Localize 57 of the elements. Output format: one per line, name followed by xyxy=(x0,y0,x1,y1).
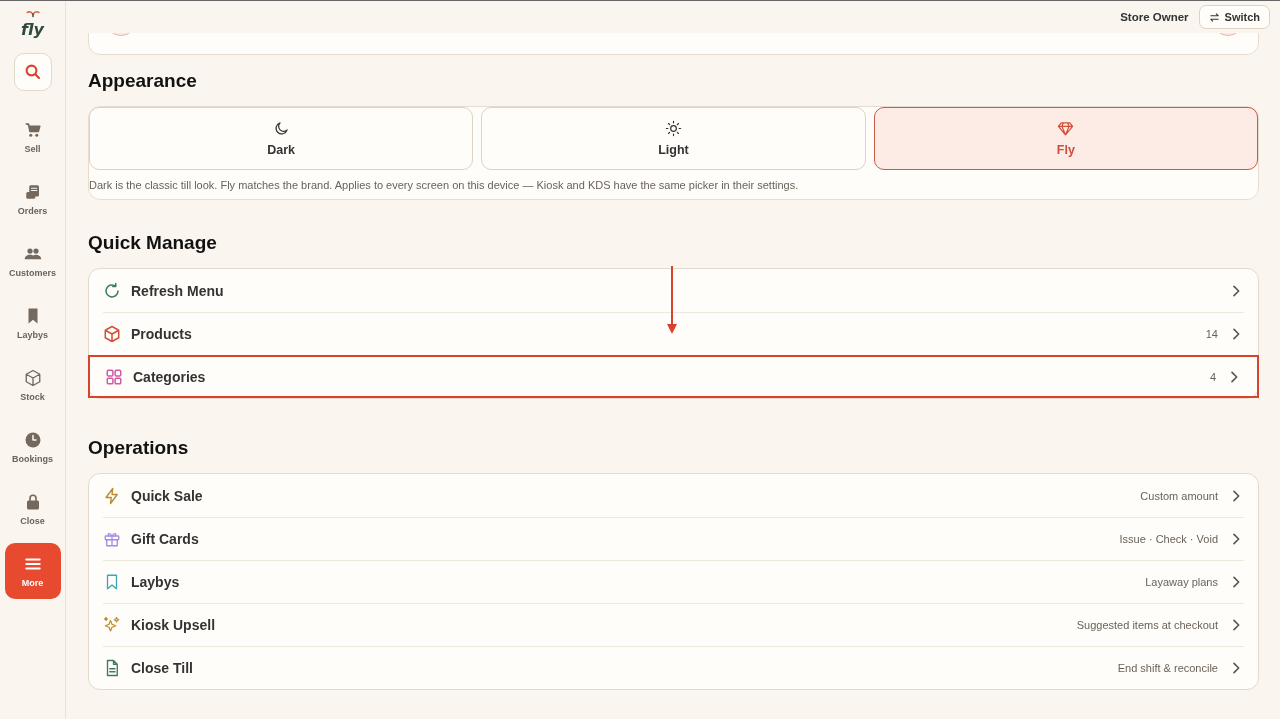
row-label: Quick Sale xyxy=(131,487,204,504)
row-detail: Suggested items at checkout xyxy=(1076,618,1218,631)
nav-item[interactable]: More xyxy=(4,543,61,599)
row-label: Laybys xyxy=(131,573,181,590)
row-label: Close Till xyxy=(131,659,194,676)
section-heading: Appearance xyxy=(88,70,198,92)
refresh-icon xyxy=(103,281,121,300)
gem-icon xyxy=(1057,120,1075,137)
cart-icon xyxy=(23,120,42,139)
nav-item[interactable]: Stock xyxy=(4,357,61,413)
nav-item[interactable]: Laybys xyxy=(4,295,61,351)
menu-row[interactable]: Laybys Layaway plans xyxy=(89,560,1258,603)
row-label: Products xyxy=(131,325,193,342)
clock-icon xyxy=(23,430,42,449)
menu-row[interactable]: Close Till End shift & reconcile xyxy=(89,646,1258,689)
row-detail: End shift & reconcile xyxy=(1117,661,1218,674)
fly-logo: fly xyxy=(19,9,46,45)
nav-item[interactable]: Close xyxy=(4,481,61,537)
menu-row[interactable]: Products 14 xyxy=(89,312,1258,355)
theme-option[interactable]: Fly xyxy=(873,107,1258,170)
user-role: Store Owner xyxy=(1120,11,1189,23)
row-label: Gift Cards xyxy=(131,530,200,547)
row-label: Kiosk Upsell xyxy=(131,616,217,633)
nav-item[interactable]: Customers xyxy=(4,233,61,289)
theme-option[interactable]: Light xyxy=(481,107,866,170)
lightning-icon xyxy=(103,486,121,505)
row-detail: Layaway plans xyxy=(1145,575,1218,588)
row-detail: 4 xyxy=(1209,370,1216,383)
menu-row[interactable]: Refresh Menu xyxy=(89,269,1258,312)
row-detail: Custom amount xyxy=(1140,489,1218,502)
row-label: Categories xyxy=(133,368,207,385)
search-button[interactable] xyxy=(13,53,52,91)
search-icon xyxy=(23,63,42,81)
menu-row[interactable]: Quick Sale Custom amount xyxy=(89,474,1258,517)
switch-button[interactable]: Switch xyxy=(1198,5,1270,29)
menu-row[interactable]: Gift Cards Issue · Check · Void xyxy=(89,517,1258,560)
menu-row[interactable]: Kiosk Upsell Suggested items at checkout xyxy=(89,603,1258,646)
theme-option[interactable]: Dark xyxy=(89,107,474,170)
sparkles-icon xyxy=(103,615,121,634)
receipt-icon xyxy=(23,182,42,201)
box-icon xyxy=(23,368,42,387)
row-detail: 14 xyxy=(1205,327,1218,340)
box-icon xyxy=(103,324,121,343)
row-label: Refresh Menu xyxy=(131,282,225,299)
section-heading: Quick Manage xyxy=(88,232,218,254)
appearance-description: Dark is the classic till look. Fly matches the brand. Applies to every screen on this device — Kiosk and KDS have the same picker in their settings. xyxy=(89,178,800,193)
menu-row[interactable]: Categories 4 xyxy=(88,355,1259,398)
moon-icon xyxy=(272,120,290,137)
annotation-arrow xyxy=(666,266,678,336)
sun-icon xyxy=(665,120,682,137)
nav-item[interactable]: Orders xyxy=(4,171,61,227)
nav-item[interactable]: Sell xyxy=(4,109,61,165)
grid-icon xyxy=(105,367,123,386)
section-heading: Operations xyxy=(88,437,190,459)
row-detail: Issue · Check · Void xyxy=(1119,532,1218,545)
swap-icon xyxy=(1208,11,1220,23)
nav-item[interactable]: Bookings xyxy=(4,419,61,475)
